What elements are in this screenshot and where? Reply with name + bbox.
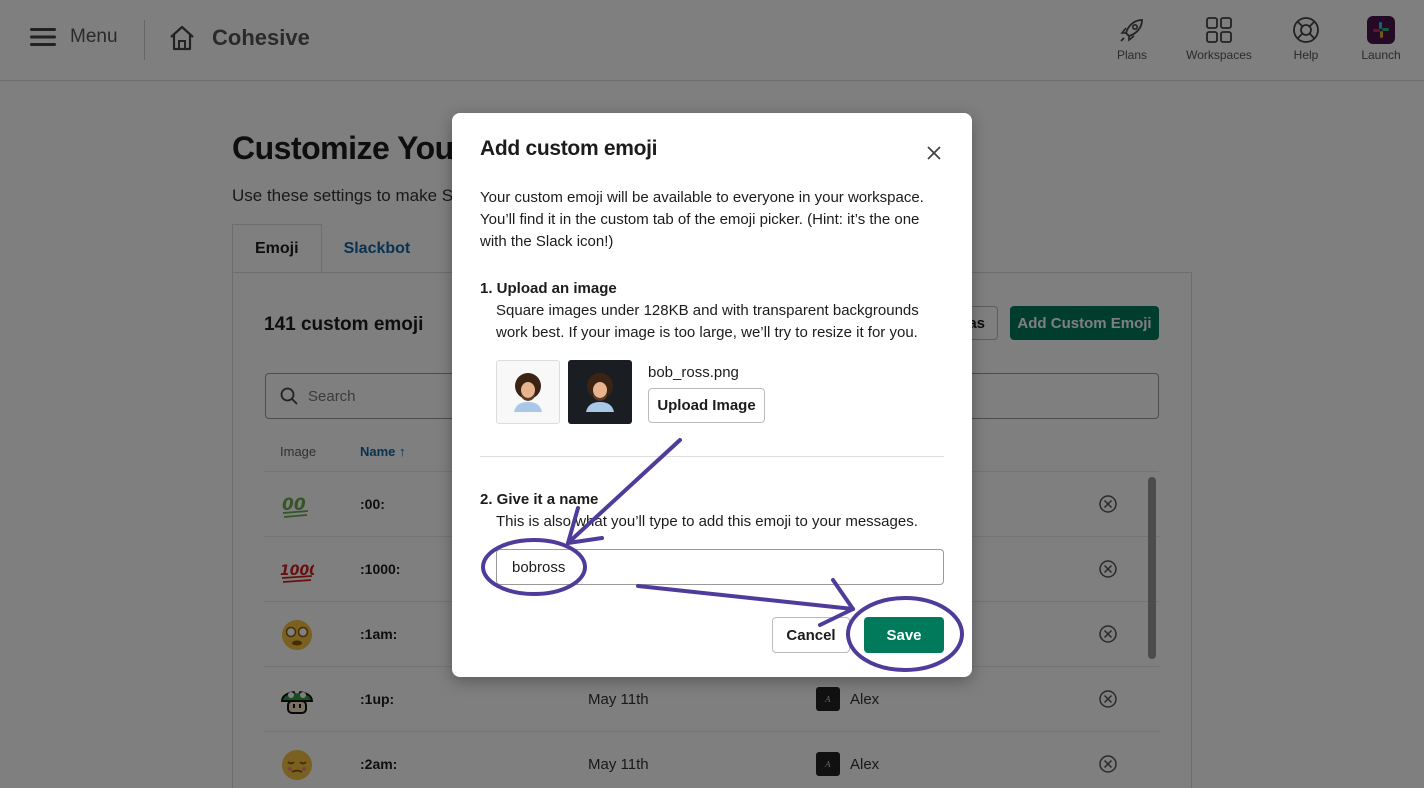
uploaded-filename: bob_ross.png — [648, 364, 739, 381]
emoji-preview-dark — [568, 360, 632, 424]
save-button[interactable]: Save — [864, 617, 944, 653]
cancel-button[interactable]: Cancel — [772, 617, 850, 653]
close-button[interactable] — [922, 141, 946, 165]
dialog-intro: Your custom emoji will be available to e… — [480, 189, 924, 250]
step2-title: 2. Give it a name — [480, 491, 599, 508]
step1-title: 1. Upload an image — [480, 280, 617, 297]
add-custom-emoji-dialog: Add custom emoji Your custom emoji will … — [452, 113, 972, 677]
step1-description: Square images under 128KB and with trans… — [496, 302, 919, 341]
dialog-divider — [480, 456, 944, 457]
upload-image-button[interactable]: Upload Image — [648, 388, 765, 423]
step2-description: This is also what you’ll type to add thi… — [496, 513, 918, 530]
bob-ross-portrait-icon — [586, 373, 614, 412]
emoji-preview-light — [496, 360, 560, 424]
close-icon — [927, 146, 941, 160]
dialog-title: Add custom emoji — [480, 137, 658, 160]
bob-ross-portrait-icon — [514, 373, 542, 412]
emoji-name-input[interactable] — [496, 549, 944, 585]
